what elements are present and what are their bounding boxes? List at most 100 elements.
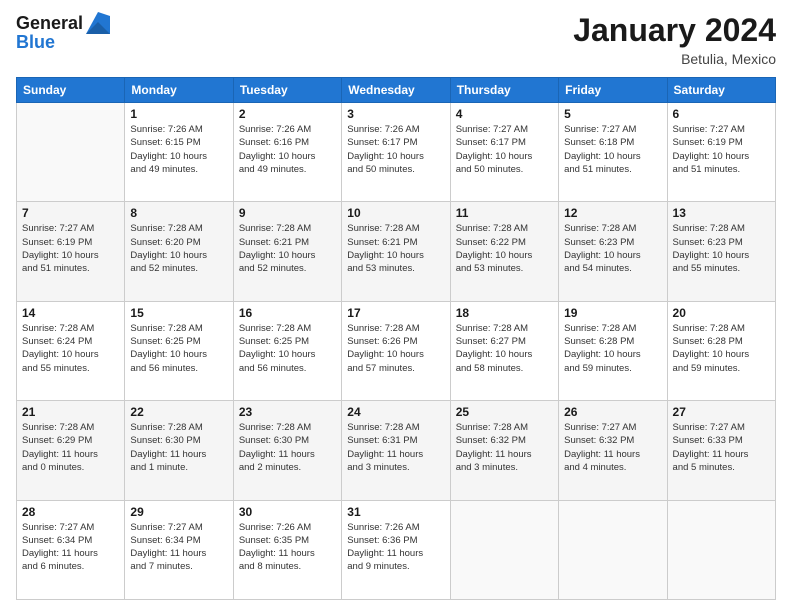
- calendar-cell: 27 Sunrise: 7:27 AM Sunset: 6:33 PM Dayli…: [667, 401, 775, 500]
- day-info: Sunrise: 7:28 AM Sunset: 6:25 PM Dayligh…: [130, 322, 227, 375]
- calendar-cell: 29 Sunrise: 7:27 AM Sunset: 6:34 PM Dayli…: [125, 500, 233, 599]
- day-info: Sunrise: 7:28 AM Sunset: 6:30 PM Dayligh…: [130, 421, 227, 474]
- calendar-cell: 22 Sunrise: 7:28 AM Sunset: 6:30 PM Dayli…: [125, 401, 233, 500]
- day-info: Sunrise: 7:28 AM Sunset: 6:23 PM Dayligh…: [564, 222, 661, 275]
- calendar-header-row: Sunday Monday Tuesday Wednesday Thursday…: [17, 78, 776, 103]
- calendar-cell: 18Sunrise: 7:28 AM Sunset: 6:27 PM Dayli…: [450, 301, 558, 400]
- calendar-cell: 4 Sunrise: 7:27 AM Sunset: 6:17 PM Daylig…: [450, 103, 558, 202]
- calendar-cell: 12 Sunrise: 7:28 AM Sunset: 6:23 PM Dayli…: [559, 202, 667, 301]
- day-info: Sunrise: 7:28 AM Sunset: 6:28 PM Dayligh…: [673, 322, 770, 375]
- logo-blue: Blue: [16, 32, 110, 53]
- day-number: 4: [456, 107, 553, 121]
- day-info: Sunrise: 7:27 AM Sunset: 6:19 PM Dayligh…: [673, 123, 770, 176]
- day-number: 22: [130, 405, 227, 419]
- day-number: 26: [564, 405, 661, 419]
- calendar-week-row: 1 Sunrise: 7:26 AM Sunset: 6:15 PM Daylig…: [17, 103, 776, 202]
- day-number: 15: [130, 306, 227, 320]
- calendar-cell: 21 Sunrise: 7:28 AM Sunset: 6:29 PM Dayli…: [17, 401, 125, 500]
- calendar-week-row: 7 Sunrise: 7:27 AM Sunset: 6:19 PM Daylig…: [17, 202, 776, 301]
- day-number: 5: [564, 107, 661, 121]
- title-block: January 2024 Betulia, Mexico: [573, 12, 776, 67]
- calendar-cell: [559, 500, 667, 599]
- day-number: 24: [347, 405, 444, 419]
- day-number: 14: [22, 306, 119, 320]
- calendar-cell: 28 Sunrise: 7:27 AM Sunset: 6:34 PM Dayli…: [17, 500, 125, 599]
- day-info: Sunrise: 7:27 AM Sunset: 6:17 PM Dayligh…: [456, 123, 553, 176]
- day-info: Sunrise: 7:27 AM Sunset: 6:33 PM Dayligh…: [673, 421, 770, 474]
- header: General Blue January 2024 Betulia, Mexic…: [16, 12, 776, 67]
- calendar-cell: [17, 103, 125, 202]
- day-info: Sunrise: 7:28 AM Sunset: 6:28 PM Dayligh…: [564, 322, 661, 375]
- calendar-cell: 31 Sunrise: 7:26 AM Sunset: 6:36 PM Dayli…: [342, 500, 450, 599]
- day-number: 20: [673, 306, 770, 320]
- day-info: Sunrise: 7:26 AM Sunset: 6:16 PM Dayligh…: [239, 123, 336, 176]
- day-info: Sunrise: 7:28 AM Sunset: 6:21 PM Dayligh…: [239, 222, 336, 275]
- col-sunday: Sunday: [17, 78, 125, 103]
- col-tuesday: Tuesday: [233, 78, 341, 103]
- day-info: Sunrise: 7:28 AM Sunset: 6:20 PM Dayligh…: [130, 222, 227, 275]
- calendar-cell: 10 Sunrise: 7:28 AM Sunset: 6:21 PM Dayli…: [342, 202, 450, 301]
- day-info: Sunrise: 7:27 AM Sunset: 6:18 PM Dayligh…: [564, 123, 661, 176]
- day-number: 28: [22, 505, 119, 519]
- day-info: Sunrise: 7:26 AM Sunset: 6:15 PM Dayligh…: [130, 123, 227, 176]
- calendar-cell: [667, 500, 775, 599]
- calendar-cell: 5 Sunrise: 7:27 AM Sunset: 6:18 PM Daylig…: [559, 103, 667, 202]
- calendar-cell: 24Sunrise: 7:28 AM Sunset: 6:31 PM Dayli…: [342, 401, 450, 500]
- day-number: 27: [673, 405, 770, 419]
- calendar-cell: 7 Sunrise: 7:27 AM Sunset: 6:19 PM Daylig…: [17, 202, 125, 301]
- day-number: 25: [456, 405, 553, 419]
- day-info: Sunrise: 7:28 AM Sunset: 6:29 PM Dayligh…: [22, 421, 119, 474]
- calendar-cell: 9 Sunrise: 7:28 AM Sunset: 6:21 PM Daylig…: [233, 202, 341, 301]
- day-number: 16: [239, 306, 336, 320]
- day-number: 17: [347, 306, 444, 320]
- calendar-cell: 6 Sunrise: 7:27 AM Sunset: 6:19 PM Daylig…: [667, 103, 775, 202]
- calendar-cell: [450, 500, 558, 599]
- calendar-cell: 25 Sunrise: 7:28 AM Sunset: 6:32 PM Dayli…: [450, 401, 558, 500]
- subtitle: Betulia, Mexico: [573, 51, 776, 67]
- calendar-cell: 30 Sunrise: 7:26 AM Sunset: 6:35 PM Dayli…: [233, 500, 341, 599]
- day-info: Sunrise: 7:28 AM Sunset: 6:32 PM Dayligh…: [456, 421, 553, 474]
- day-number: 23: [239, 405, 336, 419]
- day-number: 19: [564, 306, 661, 320]
- day-number: 8: [130, 206, 227, 220]
- col-thursday: Thursday: [450, 78, 558, 103]
- calendar-cell: 8 Sunrise: 7:28 AM Sunset: 6:20 PM Daylig…: [125, 202, 233, 301]
- logo-icon: [86, 12, 110, 34]
- day-number: 10: [347, 206, 444, 220]
- day-number: 7: [22, 206, 119, 220]
- calendar-table: Sunday Monday Tuesday Wednesday Thursday…: [16, 77, 776, 600]
- day-number: 1: [130, 107, 227, 121]
- day-info: Sunrise: 7:26 AM Sunset: 6:36 PM Dayligh…: [347, 521, 444, 574]
- day-number: 6: [673, 107, 770, 121]
- day-number: 31: [347, 505, 444, 519]
- calendar-cell: 16 Sunrise: 7:28 AM Sunset: 6:25 PM Dayli…: [233, 301, 341, 400]
- day-info: Sunrise: 7:27 AM Sunset: 6:32 PM Dayligh…: [564, 421, 661, 474]
- col-saturday: Saturday: [667, 78, 775, 103]
- day-info: Sunrise: 7:28 AM Sunset: 6:23 PM Dayligh…: [673, 222, 770, 275]
- day-info: Sunrise: 7:26 AM Sunset: 6:35 PM Dayligh…: [239, 521, 336, 574]
- day-info: Sunrise: 7:28 AM Sunset: 6:24 PM Dayligh…: [22, 322, 119, 375]
- month-title: January 2024: [573, 12, 776, 49]
- calendar-cell: 13Sunrise: 7:28 AM Sunset: 6:23 PM Dayli…: [667, 202, 775, 301]
- calendar-cell: 2Sunrise: 7:26 AM Sunset: 6:16 PM Daylig…: [233, 103, 341, 202]
- day-number: 9: [239, 206, 336, 220]
- day-number: 12: [564, 206, 661, 220]
- day-info: Sunrise: 7:28 AM Sunset: 6:21 PM Dayligh…: [347, 222, 444, 275]
- day-info: Sunrise: 7:27 AM Sunset: 6:34 PM Dayligh…: [130, 521, 227, 574]
- day-info: Sunrise: 7:26 AM Sunset: 6:17 PM Dayligh…: [347, 123, 444, 176]
- calendar-cell: 19 Sunrise: 7:28 AM Sunset: 6:28 PM Dayli…: [559, 301, 667, 400]
- calendar-cell: 15 Sunrise: 7:28 AM Sunset: 6:25 PM Dayli…: [125, 301, 233, 400]
- col-wednesday: Wednesday: [342, 78, 450, 103]
- day-number: 21: [22, 405, 119, 419]
- day-info: Sunrise: 7:27 AM Sunset: 6:34 PM Dayligh…: [22, 521, 119, 574]
- page: General Blue January 2024 Betulia, Mexic…: [0, 0, 792, 612]
- day-number: 29: [130, 505, 227, 519]
- day-info: Sunrise: 7:27 AM Sunset: 6:19 PM Dayligh…: [22, 222, 119, 275]
- calendar-week-row: 21 Sunrise: 7:28 AM Sunset: 6:29 PM Dayli…: [17, 401, 776, 500]
- day-number: 11: [456, 206, 553, 220]
- calendar-cell: 1 Sunrise: 7:26 AM Sunset: 6:15 PM Daylig…: [125, 103, 233, 202]
- calendar-cell: 17Sunrise: 7:28 AM Sunset: 6:26 PM Dayli…: [342, 301, 450, 400]
- day-number: 30: [239, 505, 336, 519]
- day-number: 18: [456, 306, 553, 320]
- day-info: Sunrise: 7:28 AM Sunset: 6:25 PM Dayligh…: [239, 322, 336, 375]
